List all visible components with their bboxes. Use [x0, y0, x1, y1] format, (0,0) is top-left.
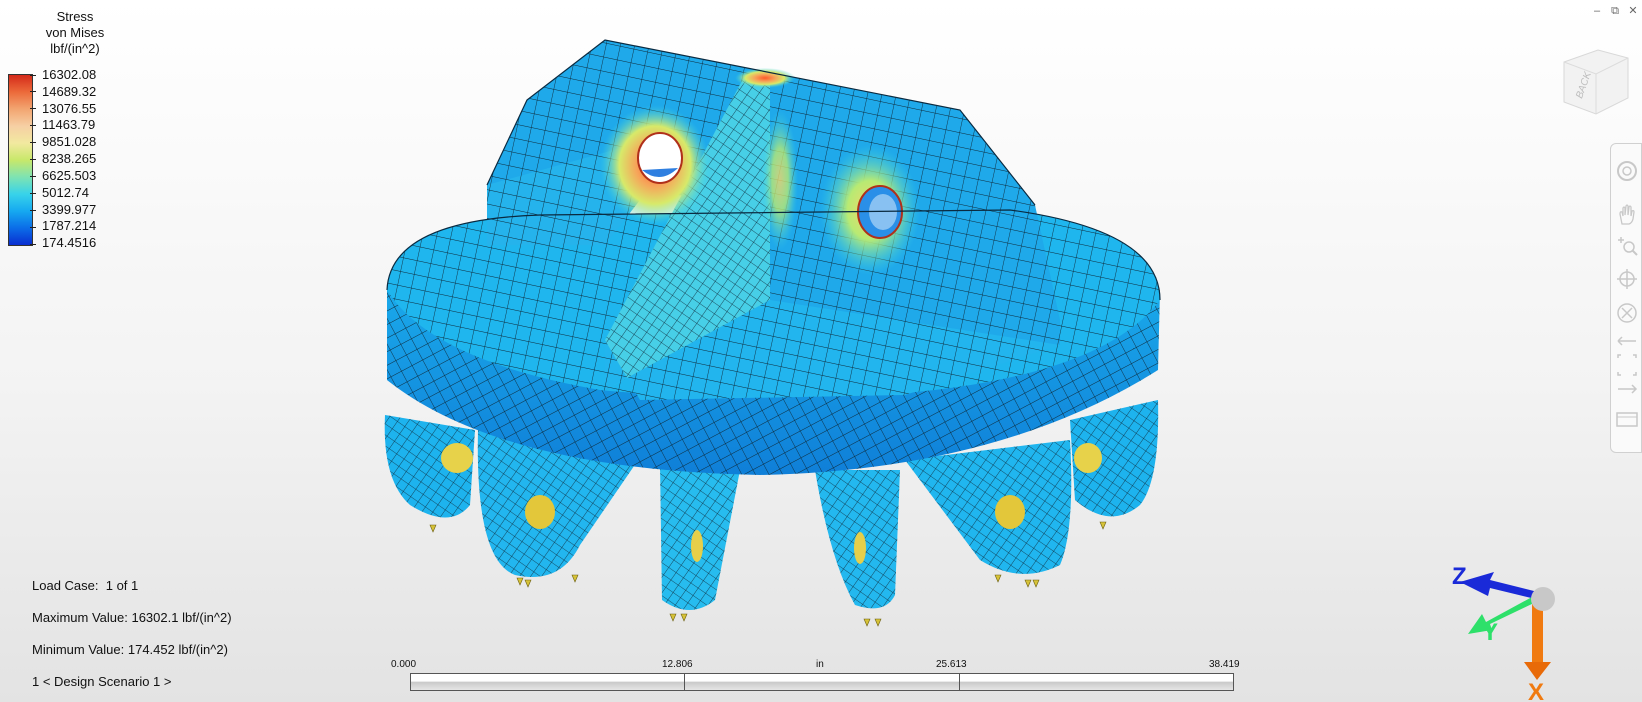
- close-icon[interactable]: ✕: [1626, 4, 1640, 18]
- window-controls: – ⧉ ✕: [1590, 4, 1642, 20]
- max-value-label: Maximum Value:: [32, 610, 128, 625]
- center-icon[interactable]: [1614, 300, 1640, 326]
- ruler-bar: [410, 673, 1234, 691]
- x-axis-arrowhead: [1524, 662, 1551, 680]
- max-value-line: Maximum Value: 16302.1 lbf/(in^2): [32, 610, 232, 625]
- z-axis-label: Z: [1452, 563, 1467, 590]
- ruler-label: 12.806: [662, 659, 693, 670]
- legend-value: 9851.028: [42, 134, 97, 149]
- legend-color-bar: [8, 74, 33, 246]
- design-scenario-label: 1 < Design Scenario 1 >: [32, 674, 172, 689]
- legend-tick: [30, 227, 36, 228]
- look-icon[interactable]: [1614, 328, 1640, 354]
- x-axis-shaft: [1532, 602, 1543, 664]
- legend-value: 16302.08: [42, 67, 97, 82]
- legend-tick: [30, 108, 36, 109]
- pan-icon[interactable]: [1614, 202, 1640, 228]
- restore-icon[interactable]: ⧉: [1608, 4, 1622, 18]
- legend-value: 6625.503: [42, 168, 97, 183]
- min-value: 174.452 lbf/(in^2): [127, 642, 228, 657]
- legend-value: 174.4516: [42, 235, 97, 250]
- legend-value: 14689.32: [42, 84, 97, 99]
- legend-tick: [30, 75, 36, 76]
- legend-tick: [30, 142, 36, 143]
- legend-title-line: lbf/(in^2): [50, 41, 100, 56]
- legend-tick: [30, 210, 36, 211]
- stress-legend: Stress von Mises lbf/(in^2) 16302.08 146…: [0, 0, 140, 260]
- legend-tick: [30, 159, 36, 160]
- axis-triad: Z Y X: [1452, 563, 1555, 702]
- ruler-division: [684, 673, 685, 691]
- load-case-line: Load Case: 1 of 1: [32, 578, 138, 593]
- x-axis-label: X: [1528, 679, 1544, 702]
- legend-tick: [30, 244, 36, 245]
- orbit-icon[interactable]: [1614, 266, 1640, 292]
- max-value: 16302.1 lbf/(in^2): [131, 610, 232, 625]
- ruler-division: [959, 673, 960, 691]
- legend-title-line: Stress: [56, 9, 94, 24]
- min-value-label: Minimum Value:: [32, 642, 125, 657]
- zoom-icon[interactable]: [1614, 234, 1640, 260]
- ruler-label: 38.419: [1209, 659, 1240, 670]
- ruler-label: 0.000: [391, 659, 417, 670]
- steeringwheel-icon[interactable]: [1614, 158, 1640, 184]
- legend-value: 13076.55: [42, 101, 97, 116]
- load-case-label: Load Case:: [32, 578, 99, 593]
- triad-origin: [1531, 587, 1555, 611]
- legend-value: 8238.265: [42, 151, 97, 166]
- legend-tick: [30, 125, 36, 126]
- min-value-line: Minimum Value: 174.452 lbf/(in^2): [32, 642, 228, 657]
- navigation-bar: [1610, 143, 1642, 453]
- y-axis-label: Y: [1482, 619, 1498, 646]
- fit-icon[interactable]: [1614, 376, 1640, 402]
- viewcube[interactable]: BACK: [1556, 44, 1634, 122]
- legend-value: 11463.79: [42, 117, 96, 132]
- legend-value: 3399.977: [42, 202, 97, 217]
- fea-model[interactable]: [384, 39, 1161, 627]
- ruler-unit: in: [816, 659, 824, 670]
- load-case-value: 1 of 1: [105, 578, 139, 593]
- legend-tick: [30, 176, 36, 177]
- y-axis-arrow: [1468, 597, 1536, 634]
- minimize-icon[interactable]: –: [1590, 4, 1604, 18]
- showmotion-icon[interactable]: [1614, 406, 1640, 432]
- legend-value: 1787.214: [42, 218, 97, 233]
- model-viewport[interactable]: [0, 0, 1642, 702]
- legend-value: 5012.74: [42, 185, 89, 200]
- legend-title-line: von Mises: [45, 25, 105, 40]
- ruler-label: 25.613: [936, 659, 967, 670]
- legend-tick: [30, 193, 36, 194]
- walk-icon[interactable]: [1614, 352, 1640, 378]
- legend-tick: [30, 91, 36, 92]
